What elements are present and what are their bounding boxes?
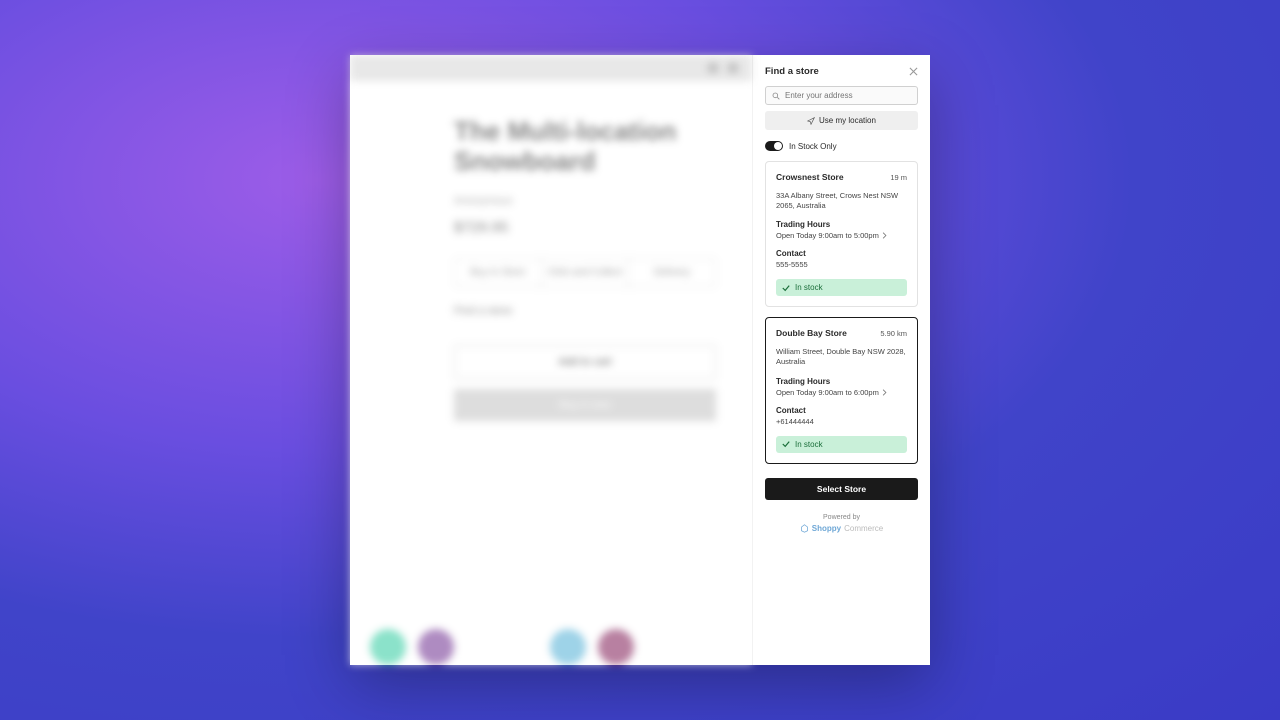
brand-logo: Shoppy Commerce — [753, 524, 930, 533]
store-name: Crowsnest Store — [776, 172, 844, 182]
store-name: Double Bay Store — [776, 328, 847, 338]
in-stock-toggle-row: In Stock Only — [765, 141, 918, 151]
check-icon — [782, 440, 790, 448]
check-icon — [782, 284, 790, 292]
swatch — [598, 629, 634, 665]
chevron-right-icon — [882, 389, 887, 396]
product-price: $729.95 — [454, 219, 716, 236]
powered-by: Powered by Shoppy Commerce — [753, 514, 930, 533]
address-search[interactable] — [765, 86, 918, 105]
brand-icon — [800, 524, 809, 533]
search-icon — [772, 92, 780, 100]
store-distance: 19 m — [890, 173, 907, 182]
stock-badge: In stock — [776, 436, 907, 453]
add-to-cart-button[interactable]: Add to cart — [454, 345, 716, 379]
store-address: 33A Albany Street, Crows Nest NSW 2065, … — [776, 191, 907, 211]
contact-value: 555-5555 — [776, 260, 907, 269]
product-thumbs-1 — [370, 629, 454, 665]
swatch — [418, 629, 454, 665]
store-address: William Street, Double Bay NSW 2028, Aus… — [776, 347, 907, 367]
find-store-drawer: Find a store Use my location In Stock On… — [752, 55, 930, 665]
contact-value: +61444444 — [776, 417, 907, 426]
search-icon — [708, 63, 718, 73]
in-stock-toggle-label: In Stock Only — [789, 142, 837, 151]
product-thumbs-2 — [550, 629, 634, 665]
topbar — [350, 55, 752, 81]
select-store-button[interactable]: Select Store — [765, 478, 918, 500]
cart-icon — [728, 63, 738, 73]
tab-delivery[interactable]: Delivery — [629, 259, 715, 286]
in-stock-toggle[interactable] — [765, 141, 783, 151]
store-card-double-bay[interactable]: Double Bay Store 5.90 km William Street,… — [765, 317, 918, 463]
tab-buy-in-store[interactable]: Buy In Store — [455, 259, 542, 286]
trading-hours-value: Open Today 9:00am to 5:00pm — [776, 231, 907, 240]
use-my-location-button[interactable]: Use my location — [765, 111, 918, 130]
product-title: The Multi-location Snowboard — [454, 117, 716, 177]
store-card-crowsnest[interactable]: Crowsnest Store 19 m 33A Albany Street, … — [765, 161, 918, 307]
product-page-blurred: The Multi-location Snowboard Anonymous $… — [350, 55, 752, 665]
swatch — [370, 629, 406, 665]
contact-label: Contact — [776, 406, 907, 415]
chevron-right-icon — [882, 232, 887, 239]
use-location-label: Use my location — [819, 116, 876, 125]
store-distance: 5.90 km — [880, 329, 907, 338]
drawer-header: Find a store — [753, 55, 930, 86]
fulfilment-tabs: Buy In Store Click and Collect Delivery — [454, 258, 716, 287]
product-vendor: Anonymous — [454, 195, 716, 207]
tab-click-collect[interactable]: Click and Collect — [542, 259, 629, 286]
buy-now-button[interactable]: Buy it now — [454, 389, 716, 421]
close-icon[interactable] — [909, 67, 918, 76]
app-window: The Multi-location Snowboard Anonymous $… — [350, 55, 930, 665]
location-arrow-icon — [807, 117, 815, 125]
trading-hours-value: Open Today 9:00am to 6:00pm — [776, 388, 907, 397]
address-input[interactable] — [785, 91, 911, 100]
contact-label: Contact — [776, 249, 907, 258]
trading-hours-label: Trading Hours — [776, 377, 907, 386]
find-store-link[interactable]: Find a store — [454, 305, 716, 317]
stock-badge: In stock — [776, 279, 907, 296]
trading-hours-label: Trading Hours — [776, 220, 907, 229]
swatch — [550, 629, 586, 665]
drawer-title: Find a store — [765, 66, 819, 77]
